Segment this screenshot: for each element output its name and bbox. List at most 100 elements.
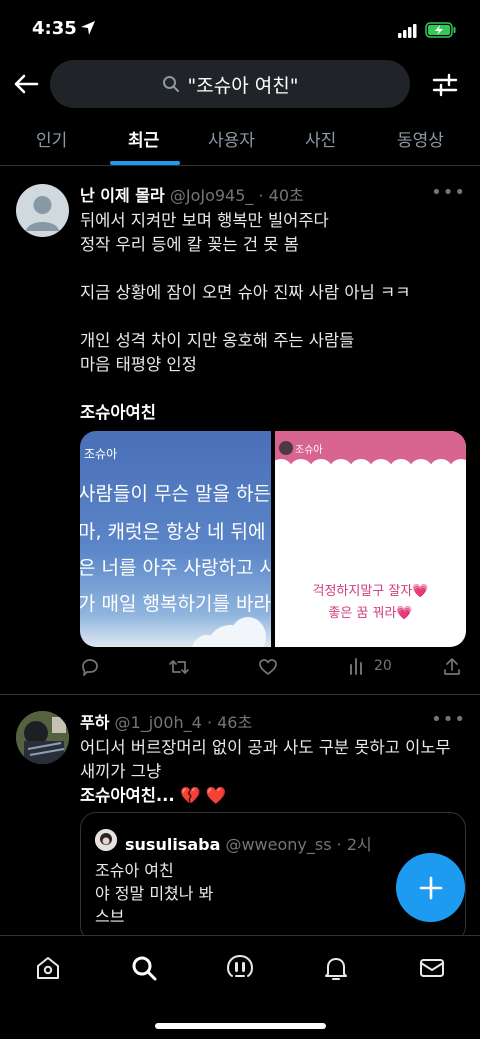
tab-top[interactable]: 인기 — [36, 126, 67, 151]
status-bar: 4:35 — [0, 0, 480, 58]
image-text-line: 마, 캐럿은 항상 네 뒤에 — [80, 521, 266, 543]
views-count: 20 — [374, 658, 392, 674]
image-text-line: 걱정하지말구 잘자💗 — [312, 584, 429, 599]
text-line: 야 정말 미쳤나 봐 — [95, 884, 214, 903]
reply-button[interactable] — [80, 657, 100, 677]
cloud — [230, 617, 266, 647]
nav-spaces[interactable] — [224, 952, 256, 984]
text-line — [80, 257, 466, 281]
tweet-content: 난 이제 몰라 @JoJo945_ · 40초 뒤에서 지켜만 보며 행복만 빌… — [80, 182, 466, 425]
views-chart-icon — [350, 658, 362, 675]
image-label: 조슈아 — [295, 445, 323, 456]
default-avatar-icon — [26, 196, 59, 231]
home-icon — [37, 957, 59, 979]
compose-button[interactable] — [396, 853, 465, 922]
plus-icon — [419, 876, 442, 899]
back-arrow-icon — [14, 74, 39, 94]
mail-icon — [420, 959, 444, 977]
nav-messages[interactable] — [416, 952, 448, 984]
tab-photos[interactable]: 사진 — [305, 126, 336, 151]
tweet-content: 푸하 @1_j00h_4 · 46초 어디서 버르장머리 없이 공과 사도 구분… — [80, 709, 466, 808]
views-button[interactable]: 20 — [348, 657, 392, 675]
image-avatar — [279, 441, 293, 455]
home-indicator — [155, 1023, 326, 1029]
tweet[interactable]: 난 이제 몰라 @JoJo945_ · 40초 뒤에서 지켜만 보며 행복만 빌… — [0, 168, 480, 693]
sliders-icon — [432, 73, 458, 97]
image-text-line: 은 너를 아주 사랑하고 사 — [80, 557, 271, 579]
bell-icon — [325, 958, 347, 980]
media-image-left[interactable]: 조슈아 사람들이 무슨 말을 하든 마, 캐럿은 항상 네 뒤에 은 너를 아주… — [80, 431, 271, 647]
share-icon — [444, 658, 460, 675]
text-line: 개인 성격 차이 지만 옹호해 주는 사람들 — [80, 331, 355, 350]
text-line — [80, 377, 466, 401]
quoted-display-name: susulisaba — [125, 835, 221, 854]
quoted-handle-time: @wweony_ss · 2시 — [225, 835, 372, 854]
tweet-header: 푸하 @1_j00h_4 · 46초 — [80, 709, 466, 733]
search-icon — [162, 76, 179, 92]
quoted-text: 조슈아 여친 야 정말 미쳤나 봐 스브 — [95, 859, 213, 928]
text-line: 지금 상황에 잠이 오면 슈아 진짜 사람 아님 ㅋㅋ — [80, 283, 411, 302]
handle-time: @1_j00h_4 · 46초 — [114, 713, 253, 732]
hashtag-line: 조슈아여친 — [80, 403, 156, 422]
display-name[interactable]: 난 이제 몰라 — [80, 186, 165, 205]
media-image-right[interactable]: 조슈아 걱정하지말구 잘자💗 좋은 꿈 꿔라💗 — [275, 431, 466, 647]
like-button[interactable] — [258, 657, 278, 677]
search-icon — [132, 956, 157, 981]
image-text-line: 좋은 꿈 꿔라💗 — [328, 606, 413, 621]
location-arrow-icon — [81, 21, 95, 35]
image-message: 걱정하지말구 잘자💗 좋은 꿈 꿔라💗 — [275, 581, 466, 625]
text-line: 새끼가 그냥 — [80, 762, 162, 781]
nav-search[interactable] — [128, 952, 160, 984]
text-line — [80, 305, 466, 329]
avatar[interactable] — [16, 711, 69, 764]
nav-notifications[interactable] — [320, 952, 352, 984]
active-tab-indicator — [110, 161, 180, 165]
quoted-header: susulisaba @wweony_ss · 2시 — [125, 831, 372, 855]
heart-icon — [259, 659, 277, 675]
tweet-media[interactable]: 조슈아 사람들이 무슨 말을 하든 마, 캐럿은 항상 네 뒤에 은 너를 아주… — [80, 431, 466, 647]
avatar[interactable] — [16, 184, 69, 237]
back-button[interactable] — [10, 68, 42, 100]
retweet-button[interactable] — [168, 657, 190, 677]
text-line: 마음 태평양 인정 — [80, 355, 197, 374]
tab-latest[interactable]: 최근 — [128, 126, 159, 151]
status-time: 4:35 — [32, 18, 77, 39]
user-photo — [16, 711, 69, 764]
retweet-icon — [169, 660, 189, 674]
text-line: 어디서 버르장머리 없이 공과 사도 구분 못하고 이노무 — [80, 738, 451, 757]
image-text-line: 사람들이 무슨 말을 하든 — [80, 483, 271, 505]
search-input[interactable]: "조슈아 여친" — [50, 60, 410, 108]
text-line: 조슈아 여친 — [95, 861, 174, 880]
search-tabs: 인기 최근 사용자 사진 동영상 — [0, 116, 480, 166]
search-query: "조슈아 여친" — [187, 74, 299, 97]
nav-home[interactable] — [32, 952, 64, 984]
tab-people[interactable]: 사용자 — [208, 126, 255, 151]
display-name[interactable]: 푸하 — [80, 713, 109, 732]
filter-button[interactable] — [430, 70, 460, 100]
handle-time: @JoJo945_ · 40초 — [169, 186, 304, 205]
tweet-text: 뒤에서 지켜만 보며 행복만 빌어주다 정작 우리 등에 칼 꽂는 건 못 봄 … — [80, 209, 466, 425]
more-options-icon[interactable]: ••• — [431, 709, 466, 730]
heart-emoji: 💔 ❤️ — [179, 786, 227, 805]
spaces-icon — [226, 954, 254, 977]
bottom-navigation — [0, 935, 480, 1039]
hashtag-line: 조슈아여친... — [80, 786, 175, 805]
user-photo — [95, 829, 117, 851]
text-line: 정작 우리 등에 칼 꽂는 건 못 봄 — [80, 235, 299, 254]
scallop — [449, 459, 466, 483]
signal-icon — [398, 24, 417, 38]
quoted-avatar — [95, 829, 117, 851]
image-text-line: 가 매일 행복하기를 바라 — [80, 593, 271, 615]
tweet-header: 난 이제 몰라 @JoJo945_ · 40초 — [80, 182, 466, 206]
tab-videos[interactable]: 동영상 — [397, 126, 444, 151]
tweet-actions: 20 — [80, 657, 466, 681]
text-line: 스브 — [95, 907, 125, 926]
reply-icon — [82, 659, 98, 676]
battery-icon — [425, 22, 456, 38]
text-line: 뒤에서 지켜만 보며 행복만 빌어주다 — [80, 211, 329, 230]
image-label: 조슈아 — [84, 447, 118, 461]
search-header: "조슈아 여친" — [0, 58, 480, 114]
share-button[interactable] — [442, 657, 462, 677]
tweet-text: 어디서 버르장머리 없이 공과 사도 구분 못하고 이노무 새끼가 그냥 조슈아… — [80, 736, 466, 808]
more-options-icon[interactable]: ••• — [431, 182, 466, 203]
